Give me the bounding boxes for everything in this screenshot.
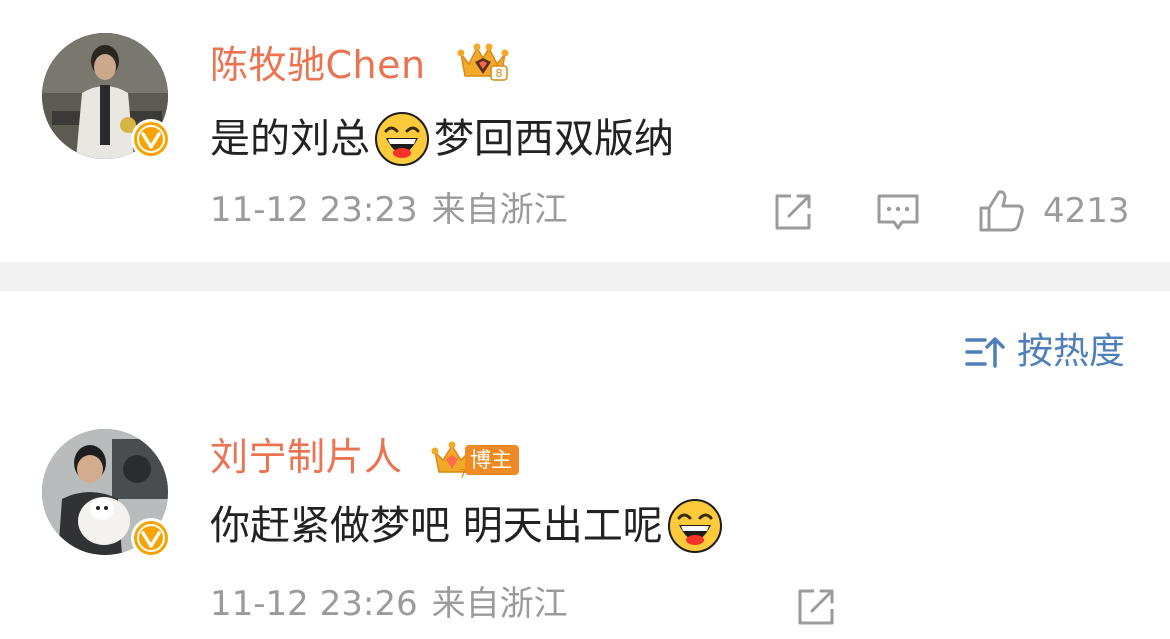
verified-badge-icon	[131, 119, 171, 159]
timestamp: 11-12 23:23	[210, 190, 418, 230]
comment-text: 你赶紧做梦吧 明天出工呢	[210, 498, 727, 554]
timestamp: 11-12 23:26	[210, 584, 418, 624]
like-button[interactable]: 4213	[977, 188, 1130, 234]
username[interactable]: 陈牧驰Chen	[210, 46, 426, 84]
sort-label: 按热度	[1017, 331, 1126, 372]
share-icon	[798, 589, 834, 625]
svg-text:8: 8	[496, 67, 503, 80]
share-button[interactable]	[794, 585, 838, 629]
thumbs-up-icon	[979, 190, 1024, 232]
location: 来自浙江	[431, 190, 568, 230]
blogger-tag: 博主	[465, 444, 519, 476]
sort-by-heat-button[interactable]: 按热度	[965, 334, 1125, 370]
comment-item: 陈牧驰Chen 8 是的刘总 梦回西双版纳 11-12 23:23 来自浙江 4…	[0, 0, 1170, 262]
reply-button[interactable]	[876, 190, 920, 234]
comment-meta: 11-12 23:26 来自浙江	[210, 587, 568, 621]
comment-item: 刘宁制片人 7 博主 你赶紧做梦吧 明天出工呢 11-12 23:26 来自浙江	[0, 415, 1170, 639]
laughing-emoji-icon	[374, 111, 430, 167]
share-icon	[775, 194, 811, 230]
location: 来自浙江	[431, 584, 568, 624]
verified-badge-icon	[131, 518, 171, 558]
username[interactable]: 刘宁制片人	[210, 438, 403, 476]
comment-meta: 11-12 23:23 来自浙江	[210, 193, 568, 227]
comment-icon	[877, 194, 919, 230]
comment-text-part: 是的刘总	[210, 116, 370, 162]
laughing-emoji-icon	[667, 498, 723, 554]
like-count: 4213	[1043, 191, 1130, 231]
comment-text-part: 你赶紧做梦吧 明天出工呢	[210, 503, 663, 549]
share-button[interactable]	[771, 190, 815, 234]
weibo-comment-list: 陈牧驰Chen 8 是的刘总 梦回西双版纳 11-12 23:23 来自浙江 4…	[0, 0, 1170, 639]
crown-badge-icon[interactable]: 7 博主	[431, 440, 519, 480]
diamond-crown-badge-icon[interactable]: 8	[455, 42, 511, 84]
comment-text: 是的刘总 梦回西双版纳	[210, 111, 674, 167]
section-divider	[0, 262, 1170, 291]
comment-text-part: 梦回西双版纳	[434, 116, 674, 162]
sort-icon	[965, 337, 1005, 368]
